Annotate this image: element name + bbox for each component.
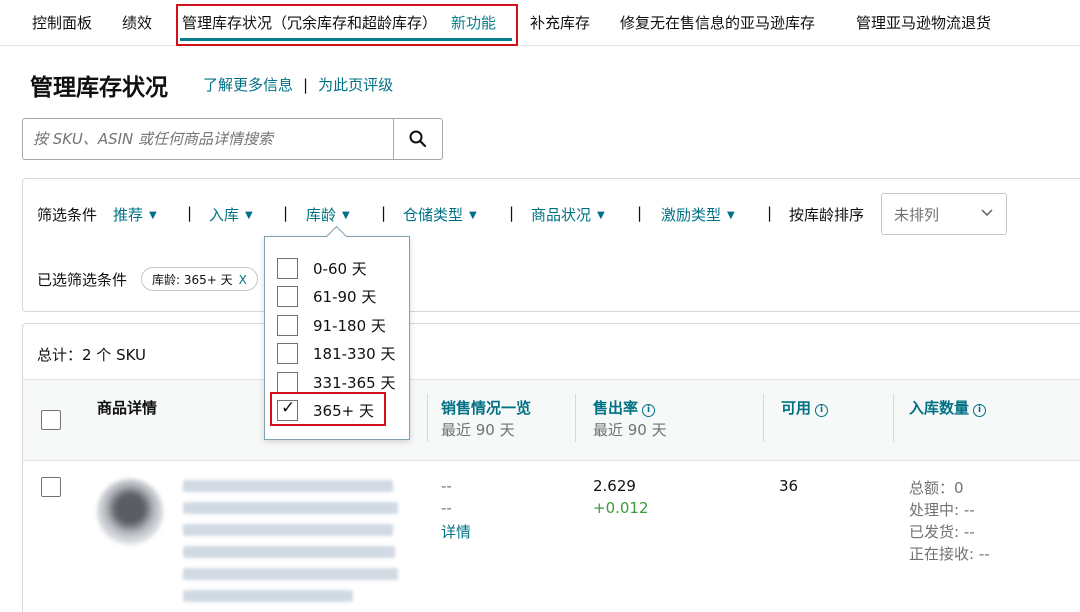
option-label: 181-330 天: [313, 345, 396, 363]
pipe-separator: |: [509, 204, 515, 222]
search-button[interactable]: [393, 118, 443, 160]
header-available[interactable]: 可用 i: [781, 397, 829, 418]
chip-remove-button[interactable]: X: [239, 273, 247, 287]
search-input[interactable]: [22, 118, 394, 160]
header-sell-through[interactable]: 售出率 i: [593, 397, 656, 418]
header-inbound-quantity-label: 入库数量: [909, 399, 970, 417]
select-all-checkbox[interactable]: [41, 410, 61, 430]
sort-select[interactable]: 未排列: [881, 193, 1007, 235]
table-header: 商品详情 销售情况一览 最近 90 天 售出率 i 最近 90 天 可用 i 入库数…: [23, 379, 1080, 461]
nav-dashboard[interactable]: 控制面板: [32, 12, 92, 33]
column-divider: [893, 394, 894, 442]
inventory-table-panel: 总计：2 个 SKU 商品详情 销售情况一览 最近 90 天 售出率 i 最近 9…: [22, 323, 1080, 612]
option-checkbox[interactable]: [277, 372, 298, 393]
header-sell-through-label: 售出率: [593, 399, 639, 417]
option-label: 331-365 天: [313, 374, 396, 392]
filter-inbound-label: 入库: [209, 206, 240, 224]
filter-label: 筛选条件: [37, 206, 98, 224]
filter-storage-type-label: 仓储类型: [403, 206, 464, 224]
sales-value-2: --: [441, 499, 452, 517]
product-thumbnail: [97, 479, 163, 545]
title-links: 了解更多信息 | 为此页评级: [203, 74, 393, 95]
selected-filters-label: 已选筛选条件: [37, 271, 128, 289]
header-inbound-quantity[interactable]: 入库数量 i: [909, 397, 987, 418]
pipe-separator: |: [767, 204, 773, 222]
total-count: 总计：2 个 SKU: [37, 346, 147, 364]
nav-fix-stranded[interactable]: 修复无在售信息的亚马逊库存: [620, 12, 815, 33]
option-checkbox[interactable]: [277, 258, 298, 279]
sort-select-value: 未排列: [894, 206, 940, 224]
filter-age[interactable]: 库龄 ▼: [306, 204, 350, 225]
inbound-receiving: 正在接收: --: [909, 545, 990, 563]
sales-details-link[interactable]: 详情: [441, 521, 471, 542]
column-divider: [575, 394, 576, 442]
option-label: 91-180 天: [313, 317, 386, 335]
available-value: 36: [779, 477, 799, 495]
pipe-separator: |: [283, 204, 289, 222]
header-sales-overview[interactable]: 销售情况一览: [441, 397, 531, 418]
info-icon[interactable]: i: [973, 404, 987, 417]
sell-through-delta: +0.012: [593, 499, 649, 517]
info-icon[interactable]: i: [815, 404, 829, 417]
sell-through-value: 2.629: [593, 477, 636, 495]
pipe-separator: |: [381, 204, 387, 222]
caret-down-icon: ▼: [342, 210, 350, 221]
page-title: 管理库存状况: [30, 75, 168, 101]
sort-label: 按库龄排序: [789, 206, 865, 224]
filter-condition[interactable]: 商品状况 ▼: [531, 204, 605, 225]
info-icon[interactable]: i: [642, 404, 656, 417]
filter-recommendation-label: 推荐: [113, 206, 144, 224]
selected-option-highlight: [270, 392, 386, 426]
active-tab-highlight: [176, 4, 518, 46]
filter-chip-text: 库龄: 365+ 天: [152, 273, 233, 287]
caret-down-icon: ▼: [245, 210, 253, 221]
filter-condition-label: 商品状况: [531, 206, 592, 224]
caret-down-icon: ▼: [727, 210, 735, 221]
row-checkbox[interactable]: [41, 477, 61, 497]
sales-value-1: --: [441, 477, 452, 495]
chevron-down-icon: [981, 209, 993, 217]
filter-chip: 库龄: 365+ 天 X: [141, 267, 258, 291]
header-product-details: 商品详情: [97, 399, 158, 417]
top-nav: 控制面板 绩效 管理库存状况（冗余库存和超龄库存） 新功能 补充库存 修复无在售信…: [0, 0, 1080, 46]
option-checkbox[interactable]: [277, 343, 298, 364]
learn-more-link[interactable]: 了解更多信息: [203, 76, 293, 94]
header-sales-sub: 最近 90 天: [441, 421, 515, 439]
column-divider: [427, 394, 428, 442]
nav-fba-returns[interactable]: 管理亚马逊物流退货: [856, 12, 991, 33]
option-checkbox[interactable]: [277, 315, 298, 336]
nav-restock[interactable]: 补充库存: [530, 12, 590, 33]
filter-panel: 筛选条件 推荐 ▼ | 入库 ▼ | 库龄 ▼ | 仓储类型 ▼ | 商品状况 ▼ | 激…: [22, 178, 1080, 312]
search-icon: [409, 130, 427, 148]
filter-inbound[interactable]: 入库 ▼: [209, 204, 253, 225]
nav-performance[interactable]: 绩效: [122, 12, 152, 33]
filter-age-label: 库龄: [306, 206, 337, 224]
caret-down-icon: ▼: [149, 210, 157, 221]
option-checkbox[interactable]: [277, 286, 298, 307]
filter-incentive-label: 激励类型: [661, 206, 722, 224]
option-label: 61-90 天: [313, 288, 377, 306]
filter-incentive[interactable]: 激励类型 ▼: [661, 204, 735, 225]
separator: |: [303, 76, 309, 94]
filter-recommendation[interactable]: 推荐 ▼: [113, 204, 157, 225]
header-sell-through-sub: 最近 90 天: [593, 421, 667, 439]
rate-page-link[interactable]: 为此页评级: [318, 76, 393, 94]
pipe-separator: |: [637, 204, 643, 222]
inbound-total: 总额：0: [909, 479, 964, 497]
inbound-processing: 处理中: --: [909, 501, 975, 519]
option-label: 0-60 天: [313, 260, 367, 278]
column-divider: [763, 394, 764, 442]
caret-down-icon: ▼: [469, 210, 477, 221]
caret-down-icon: ▼: [597, 210, 605, 221]
filter-storage-type[interactable]: 仓储类型 ▼: [403, 204, 477, 225]
pipe-separator: |: [187, 204, 193, 222]
header-available-label: 可用: [781, 399, 812, 417]
inbound-shipped: 已发货: --: [909, 523, 975, 541]
